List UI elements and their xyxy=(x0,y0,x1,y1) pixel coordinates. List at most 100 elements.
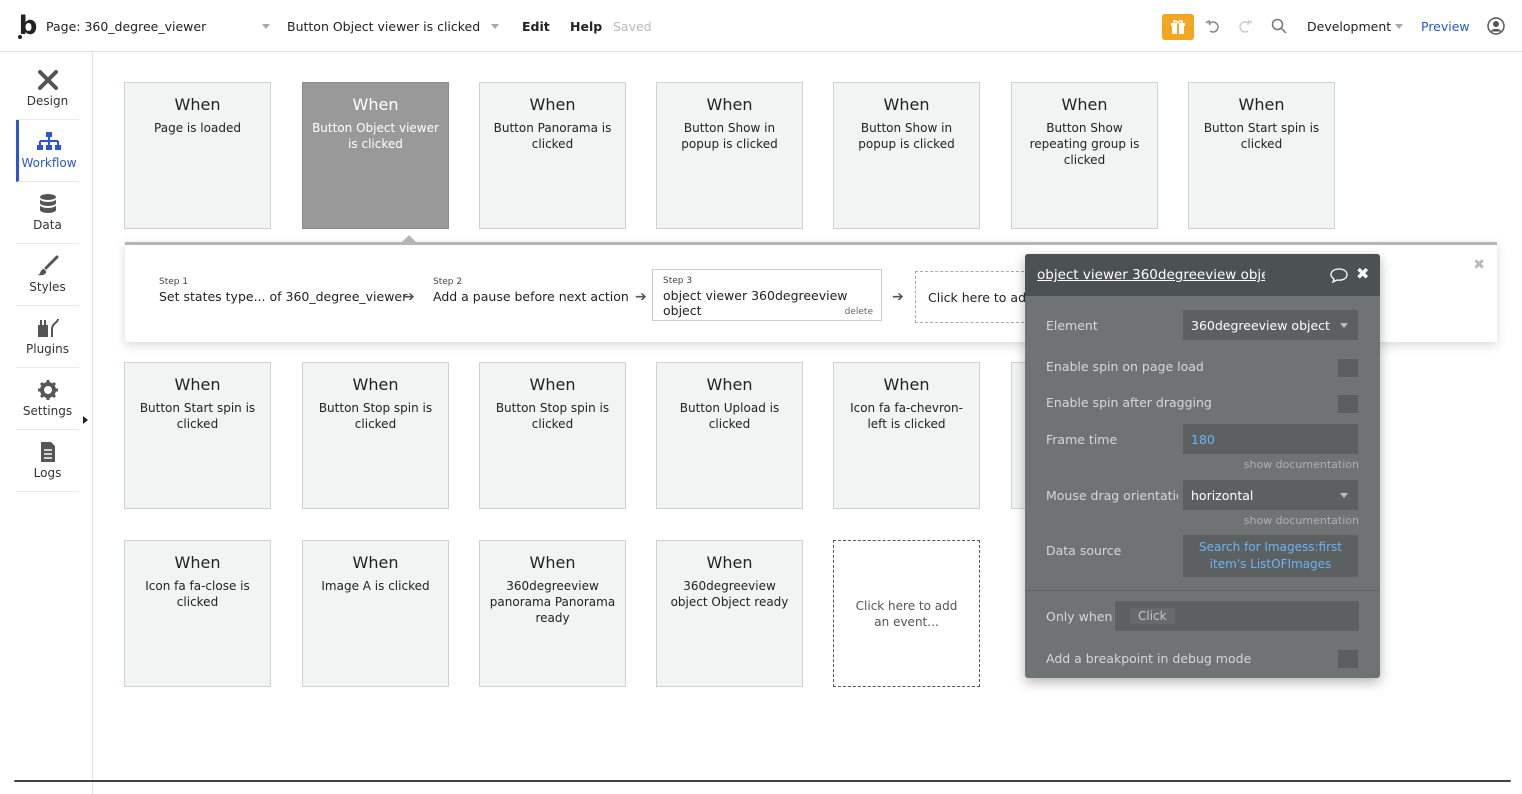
help-menu[interactable]: Help xyxy=(570,0,602,52)
page-select[interactable]: Page: 360_degree_viewer xyxy=(46,0,276,52)
element-value: 360degreeview object xyxy=(1191,317,1330,333)
sidebar-item-label: Styles xyxy=(29,280,66,294)
event-card[interactable]: When Button Show in popup is clicked xyxy=(833,82,980,229)
enable-spin-drag-checkbox[interactable] xyxy=(1338,395,1358,413)
event-card[interactable]: When Button Panorama is clicked xyxy=(479,82,626,229)
event-description: 360degreeview panorama Panorama ready xyxy=(489,579,616,625)
event-card[interactable]: When 360degreeview panorama Panorama rea… xyxy=(479,540,626,687)
event-card[interactable]: When Button Stop spin is clicked xyxy=(302,362,449,509)
top-bar: b Page: 360_degree_viewer Button Object … xyxy=(0,0,1522,52)
delete-step-link[interactable]: delete xyxy=(845,307,873,317)
enable-spin-load-checkbox[interactable] xyxy=(1338,359,1358,377)
close-icon[interactable]: ✖ xyxy=(1356,264,1369,283)
sidebar-item-label: Plugins xyxy=(26,342,69,356)
sidebar-item-logs[interactable]: Logs xyxy=(16,430,79,492)
sidebar-item-workflow[interactable]: Workflow xyxy=(16,120,79,182)
event-card[interactable]: When Button Show repeating group is clic… xyxy=(1011,82,1158,229)
show-documentation-link[interactable]: show documentation xyxy=(1244,514,1359,527)
gift-icon[interactable] xyxy=(1162,14,1194,40)
sidebar-item-plugins[interactable]: Plugins xyxy=(16,306,79,368)
search-icon[interactable] xyxy=(1270,0,1288,52)
only-when-placeholder[interactable]: Click xyxy=(1129,607,1176,625)
event-card[interactable]: When Button Start spin is clicked xyxy=(124,362,271,509)
chevron-down-icon xyxy=(262,24,270,29)
mouse-drag-value: horizontal xyxy=(1191,487,1254,503)
workflow-icon xyxy=(37,132,61,150)
edit-menu[interactable]: Edit xyxy=(522,0,550,52)
property-editor-title[interactable]: object viewer 360degreeview object xyxy=(1037,267,1265,283)
brush-icon xyxy=(37,255,58,276)
event-card[interactable]: When Icon fa fa-chevron-left is clicked xyxy=(833,362,980,509)
enable-spin-drag-label: Enable spin after dragging xyxy=(1046,395,1212,410)
sidebar-item-label: Data xyxy=(33,218,62,232)
undo-icon[interactable] xyxy=(1204,0,1222,52)
database-icon xyxy=(39,194,56,213)
event-when: When xyxy=(706,553,753,572)
event-description: Image A is clicked xyxy=(321,579,430,593)
event-when: When xyxy=(174,375,221,394)
sidebar-item-settings[interactable]: Settings xyxy=(16,368,79,430)
event-description: Button Start spin is clicked xyxy=(1203,121,1320,151)
event-card[interactable]: When Icon fa fa-close is clicked xyxy=(124,540,271,687)
event-card[interactable]: When Button Upload is clicked xyxy=(656,362,803,509)
property-editor-header[interactable]: object viewer 360degreeview object ✖ xyxy=(1025,254,1380,296)
event-when: When xyxy=(883,375,930,394)
event-description: Page is loaded xyxy=(154,121,241,135)
sidebar-item-styles[interactable]: Styles xyxy=(16,244,79,306)
event-when: When xyxy=(529,95,576,114)
event-description: Button Upload is clicked xyxy=(679,401,780,431)
event-card[interactable]: When Button Start spin is clicked xyxy=(1188,82,1335,229)
workflow-step-current[interactable]: Step 3 object viewer 360degreeview objec… xyxy=(652,269,882,321)
event-card[interactable]: When Page is loaded xyxy=(124,82,271,229)
event-select[interactable]: Button Object viewer is clicked xyxy=(287,0,505,52)
show-documentation-link[interactable]: show documentation xyxy=(1244,458,1359,471)
frame-time-label: Frame time xyxy=(1046,432,1118,447)
close-icon[interactable]: ✖ xyxy=(1473,257,1485,273)
event-when: When xyxy=(706,95,753,114)
event-description: Button Panorama is clicked xyxy=(493,121,612,151)
step-label: object viewer 360degreeview object xyxy=(663,288,848,318)
frame-time-input[interactable]: 180 xyxy=(1183,424,1358,454)
sidebar-item-data[interactable]: Data xyxy=(16,182,79,244)
redo-icon[interactable] xyxy=(1236,0,1254,52)
data-source-expression[interactable]: Search for Imagess:first item's ListOFIm… xyxy=(1183,535,1358,577)
step-label: Set states type... of 360_degree_viewer xyxy=(159,289,408,304)
event-card[interactable]: When Image A is clicked xyxy=(302,540,449,687)
event-card[interactable]: When Button Show in popup is clicked xyxy=(656,82,803,229)
event-when: When xyxy=(529,553,576,572)
event-when: When xyxy=(174,95,221,114)
arrow-right-icon: ➔ xyxy=(892,289,904,305)
add-event-button[interactable]: Click here to add an event... xyxy=(833,540,980,687)
event-card[interactable]: When 360degreeview object Object ready xyxy=(656,540,803,687)
expand-arrow-icon[interactable] xyxy=(83,416,88,424)
design-icon xyxy=(37,70,58,90)
data-source-label: Data source xyxy=(1046,543,1122,558)
environment-select[interactable]: Development xyxy=(1307,0,1407,52)
bubble-logo[interactable]: b xyxy=(16,0,40,52)
workflow-step[interactable]: Step 2 Add a pause before next action xyxy=(423,271,639,323)
event-when: When xyxy=(1238,95,1285,114)
comment-icon[interactable] xyxy=(1330,267,1348,283)
chevron-down-icon xyxy=(491,24,499,29)
element-select[interactable]: 360degreeview object xyxy=(1183,310,1358,340)
event-when: When xyxy=(174,553,221,572)
event-when: When xyxy=(706,375,753,394)
saved-status: Saved xyxy=(613,18,652,34)
mouse-drag-label: Mouse drag orientation xyxy=(1046,488,1178,503)
sidebar-item-design[interactable]: Design xyxy=(16,58,79,120)
chevron-down-icon xyxy=(1340,493,1348,498)
event-card[interactable]: When Button Stop spin is clicked xyxy=(479,362,626,509)
workflow-step[interactable]: Step 1 Set states type... of 360_degree_… xyxy=(149,271,417,323)
event-card-selected[interactable]: When Button Object viewer is clicked xyxy=(302,82,449,229)
event-description: Button Object viewer is clicked xyxy=(312,121,439,151)
logo-dot xyxy=(18,35,22,39)
user-icon[interactable] xyxy=(1486,0,1506,52)
mouse-drag-select[interactable]: horizontal xyxy=(1183,480,1358,510)
sidebar-item-label: Workflow xyxy=(21,156,77,170)
element-label: Element xyxy=(1046,318,1098,333)
preview-link[interactable]: Preview xyxy=(1421,0,1470,52)
event-description: Button Show repeating group is clicked xyxy=(1029,121,1140,167)
scrollbar-track[interactable] xyxy=(14,780,1511,782)
breakpoint-checkbox[interactable] xyxy=(1338,650,1358,668)
event-when: When xyxy=(352,95,399,114)
